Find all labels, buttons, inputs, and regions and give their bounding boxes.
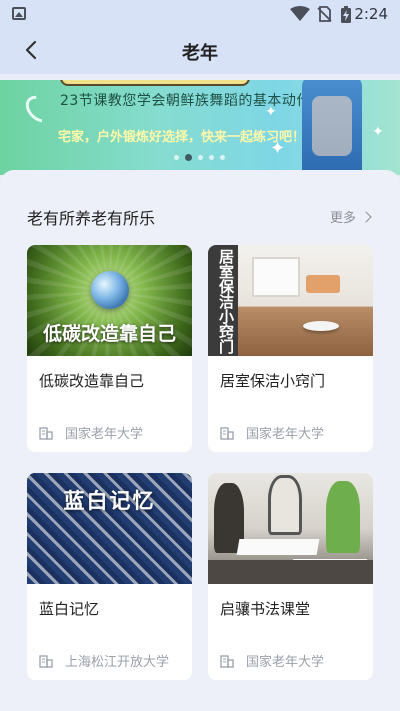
sparkle-icon: ✦ bbox=[265, 104, 277, 120]
course-org-name: 国家老年大学 bbox=[246, 427, 325, 442]
course-thumbnail: 居室保洁小窍门 bbox=[208, 245, 373, 356]
chevron-right-icon bbox=[360, 210, 372, 223]
banner-ribbon bbox=[60, 80, 250, 86]
dancer-illustration bbox=[302, 80, 362, 175]
more-link[interactable]: 更多 bbox=[329, 207, 372, 226]
top-app-bar: 老年 bbox=[0, 28, 400, 74]
image-icon bbox=[12, 7, 26, 20]
course-title: 启骧书法课堂 bbox=[220, 600, 311, 618]
course-thumbnail bbox=[208, 473, 373, 584]
course-org: 国家老年大学 bbox=[220, 651, 324, 670]
carousel-indicator bbox=[174, 154, 225, 161]
course-card[interactable]: 蓝白记忆 蓝白记忆 上海松江开放大学 bbox=[27, 473, 192, 680]
course-org-name: 国家老年大学 bbox=[65, 427, 144, 442]
battery-charging-icon bbox=[341, 6, 351, 23]
more-label: 更多 bbox=[329, 211, 356, 226]
course-card[interactable]: 居室保洁小窍门 居室保洁小窍门 国家老年大学 bbox=[208, 245, 373, 452]
banner-subline: 宅家，户外锻炼好选择，快来一起练习吧！ bbox=[58, 130, 306, 145]
moon-decoration bbox=[20, 90, 58, 128]
building-icon bbox=[220, 654, 234, 668]
globe-icon bbox=[91, 271, 129, 309]
course-thumbnail: 低碳改造靠自己 bbox=[27, 245, 192, 356]
carousel-dot-active[interactable] bbox=[185, 154, 192, 161]
course-title: 蓝白记忆 bbox=[39, 600, 100, 618]
course-card[interactable]: 启骧书法课堂 国家老年大学 bbox=[208, 473, 373, 680]
thumbnail-caption: 低碳改造靠自己 bbox=[42, 323, 176, 345]
building-icon bbox=[39, 426, 53, 440]
course-title: 低碳改造靠自己 bbox=[39, 372, 145, 390]
course-org: 上海松江开放大学 bbox=[39, 651, 169, 670]
thumbnail-caption: 居室保洁小窍门 bbox=[217, 249, 235, 354]
building-icon bbox=[220, 426, 234, 440]
course-card[interactable]: 低碳改造靠自己 低碳改造靠自己 国家老年大学 bbox=[27, 245, 192, 452]
carousel-dot[interactable] bbox=[198, 155, 203, 160]
carousel-dot[interactable] bbox=[220, 155, 225, 160]
carousel-dot[interactable] bbox=[174, 155, 179, 160]
course-org: 国家老年大学 bbox=[220, 423, 324, 442]
no-sim-icon bbox=[317, 6, 332, 22]
course-org-name: 国家老年大学 bbox=[246, 655, 325, 670]
building-icon bbox=[39, 654, 53, 668]
sparkle-icon: ✦ bbox=[270, 138, 286, 159]
course-thumbnail: 蓝白记忆 bbox=[27, 473, 192, 584]
robot-vacuum bbox=[303, 321, 339, 331]
course-org: 国家老年大学 bbox=[39, 423, 143, 442]
page-title: 老年 bbox=[182, 43, 218, 64]
banner-carousel[interactable]: 23节课教您学会朝鲜族舞蹈的基本动作 宅家，户外锻炼好选择，快来一起练习吧！ ✦… bbox=[0, 80, 400, 175]
status-bar: 2:24 bbox=[0, 0, 400, 28]
carousel-dot[interactable] bbox=[209, 155, 214, 160]
sparkle-icon: ✦ bbox=[372, 124, 384, 140]
wifi-icon bbox=[290, 6, 310, 21]
course-org-name: 上海松江开放大学 bbox=[65, 655, 170, 670]
course-title: 居室保洁小窍门 bbox=[220, 372, 326, 390]
section-title: 老有所养老有所乐 bbox=[27, 209, 156, 228]
status-time: 2:24 bbox=[354, 5, 388, 23]
thumbnail-caption: 蓝白记忆 bbox=[63, 489, 156, 513]
